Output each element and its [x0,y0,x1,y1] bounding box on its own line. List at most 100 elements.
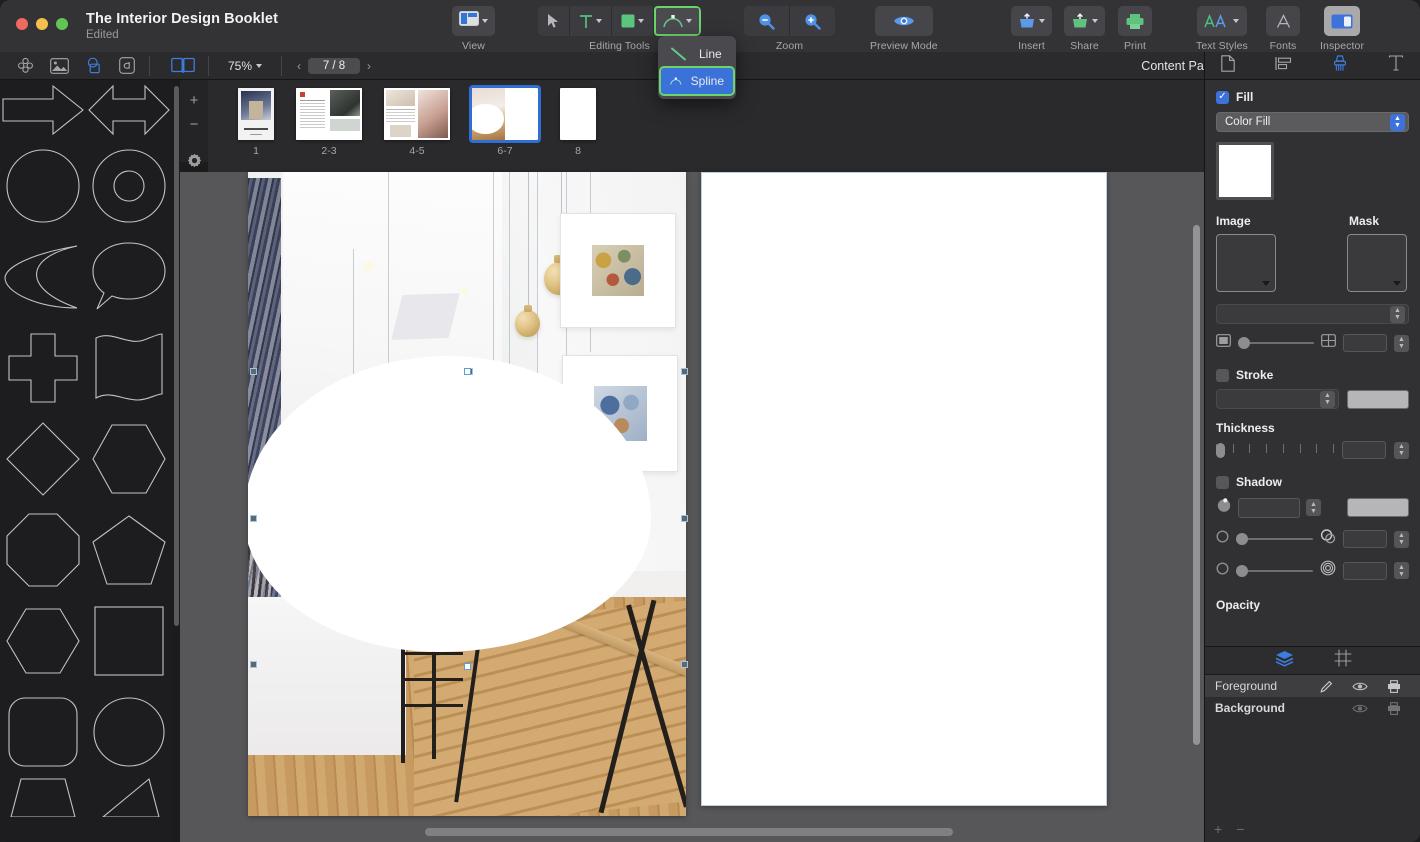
close-button[interactable] [16,18,28,30]
thumbnail-item[interactable]: 6-7 [472,88,538,157]
shape-hexagon-pointy[interactable] [86,413,172,504]
stroke-type-dropdown[interactable]: ▲▼ [1216,389,1339,409]
layer-row-background[interactable]: Background [1205,697,1420,719]
canvas-vertical-scrollbar[interactable] [1193,225,1200,745]
view-button[interactable] [452,6,495,36]
menu-item-spline[interactable]: Spline [661,68,733,94]
fonts-button[interactable] [1266,6,1300,36]
inspector-tab-style[interactable] [1332,55,1348,77]
image-opacity-slider[interactable] [1238,336,1314,350]
fill-type-dropdown[interactable]: Color Fill ▲▼ [1216,112,1409,132]
layer-print-icon[interactable] [1377,680,1411,693]
preview-mode-button[interactable] [875,6,933,36]
selection-handle-bottom-left[interactable] [250,661,257,668]
fill-checkbox[interactable]: ✓ [1216,91,1229,104]
selection-handle-middle-left[interactable] [250,515,257,522]
curve-tool[interactable] [654,6,701,36]
layer-row-foreground[interactable]: Foreground [1205,675,1420,697]
shadow-checkbox[interactable] [1216,476,1229,489]
canvas-page-left[interactable] [248,172,686,816]
inspector-tab-align[interactable] [1275,56,1292,76]
shape-hexagon-flat[interactable] [0,595,86,686]
pointer-tool[interactable] [538,6,570,36]
glyph-browser-button[interactable] [110,52,144,80]
selection-handle-bottom-right[interactable] [681,661,688,668]
thumbnail-item[interactable]: 2-3 [296,88,362,157]
image-well[interactable] [1216,234,1276,292]
stock-images-button[interactable] [42,52,76,80]
selection-handle-middle-right[interactable] [681,515,688,522]
shape-circle[interactable] [0,140,86,231]
canvas-zoom-out-button[interactable]: − [180,112,208,136]
stroke-checkbox[interactable] [1216,369,1229,382]
layer-visibility-eye-icon[interactable] [1343,703,1377,714]
layer-edit-pencil-icon[interactable] [1309,680,1343,693]
shape-square[interactable] [86,595,172,686]
canvas-zoom-in-button[interactable]: + [180,88,208,112]
node-handle-top[interactable] [464,368,471,375]
canvas-horizontal-scrollbar[interactable] [425,828,953,836]
node-handle-bottom[interactable] [464,663,471,670]
shape-rounded-square[interactable] [0,686,86,777]
shadow-angle-field[interactable] [1238,498,1300,518]
shadow-blur-slider[interactable] [1236,564,1313,578]
canvas-settings-button[interactable] [180,148,208,172]
facing-pages-button[interactable] [163,52,203,80]
shadow-offset-slider[interactable] [1236,532,1313,546]
thumbnail-page-6-7[interactable] [472,88,538,140]
document-canvas[interactable] [180,172,1204,842]
layer-visibility-eye-icon[interactable] [1343,681,1377,692]
shape-arrow-right[interactable] [0,80,86,140]
layer-print-icon[interactable] [1377,702,1411,715]
assets-button[interactable] [8,52,42,80]
shadow-color-swatch[interactable] [1347,498,1409,517]
fill-color-swatch[interactable] [1216,142,1274,200]
shape-octagon[interactable] [0,504,86,595]
shadow-angle-stepper[interactable]: ▲▼ [1306,499,1321,516]
thumbnail-page-8[interactable] [560,88,596,140]
page-indicator[interactable]: 7 / 8 [308,58,360,74]
grid-tab[interactable] [1334,649,1352,672]
zoom-out-button[interactable] [744,6,790,36]
thumbnail-page-1[interactable] [238,88,274,140]
shadow-angle-dial[interactable] [1216,497,1232,518]
shape-pentagon[interactable] [86,504,172,595]
shape-speech-bubble[interactable] [86,231,172,322]
stroke-color-swatch[interactable] [1347,390,1409,409]
zoom-in-button[interactable] [790,6,835,36]
thickness-field[interactable] [1342,441,1386,459]
previous-page-button[interactable]: ‹ [297,59,301,73]
shapes-button[interactable] [76,52,110,80]
shadow-blur-stepper[interactable]: ▲▼ [1394,562,1409,579]
image-scale-dropdown[interactable]: ▲▼ [1216,304,1409,324]
inspector-tab-document[interactable] [1221,55,1235,77]
shape-diamond[interactable] [0,413,86,504]
remove-layer-button[interactable]: − [1236,821,1244,837]
shape-cross[interactable] [0,322,86,413]
image-single-icon[interactable] [1216,334,1231,352]
shadow-blur-field[interactable] [1343,562,1387,580]
zoom-button[interactable] [56,18,68,30]
mask-well[interactable] [1347,234,1407,292]
shape-ellipse[interactable] [86,686,172,777]
inspector-tab-text[interactable] [1388,55,1404,76]
text-styles-button[interactable] [1197,6,1247,36]
image-value-field[interactable] [1343,334,1387,352]
selection-handle-top-left[interactable] [250,368,257,375]
next-page-button[interactable]: › [367,59,371,73]
image-tile-icon[interactable] [1321,334,1336,352]
zoom-level-control[interactable]: 75% [228,59,262,73]
shape-arrow-double[interactable] [86,80,172,140]
thumbnail-page-2-3[interactable] [296,88,362,140]
thumbnail-item[interactable]: 4-5 [384,88,450,157]
text-tool[interactable] [570,6,612,36]
selection-handle-top-right[interactable] [681,368,688,375]
inspector-button[interactable] [1324,6,1360,36]
shadow-offset-stepper[interactable]: ▲▼ [1394,531,1409,548]
shape-tool[interactable] [612,6,654,36]
canvas-page-right[interactable] [701,172,1107,806]
thickness-slider[interactable] [1216,442,1334,458]
thumbnail-page-4-5[interactable] [384,88,450,140]
share-button[interactable] [1064,6,1105,36]
thickness-stepper[interactable]: ▲▼ [1394,442,1409,459]
